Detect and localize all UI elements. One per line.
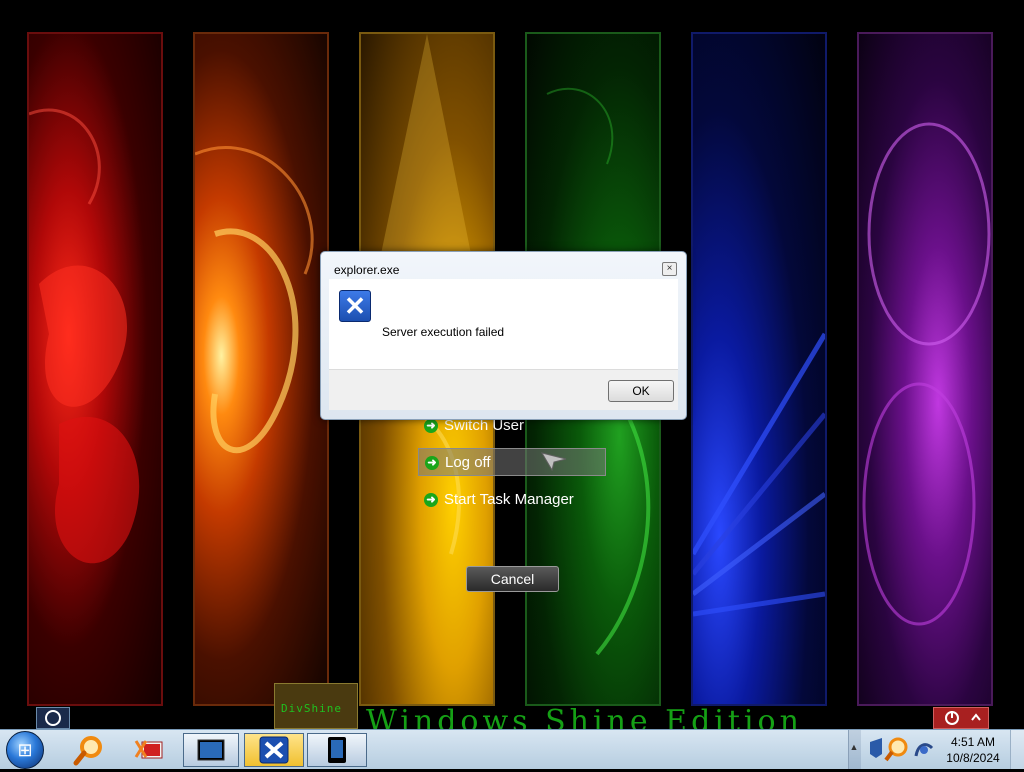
dialog-footer: OK (329, 369, 678, 410)
wallpaper-panel-purple (857, 32, 993, 706)
taskbar: ⊞ ▲ 4:51 AM 10/8/2024 (0, 729, 1024, 769)
desktop-gadget[interactable]: DivShine (274, 683, 358, 729)
media-player-icon (134, 740, 163, 759)
log-off-label: Log off (445, 454, 491, 471)
explorer-window-taskbar-button[interactable] (183, 733, 239, 767)
clock-time: 4:51 AM (950, 735, 996, 749)
windows-start-orb-icon[interactable]: ⊞ (6, 731, 44, 769)
error-dialog-taskbar-button[interactable] (244, 733, 304, 767)
power-icon (945, 711, 981, 725)
tablet-taskbar-button[interactable] (307, 733, 367, 767)
start-task-manager-option[interactable]: ➜ Start Task Manager (418, 486, 606, 514)
chevron-up-icon[interactable]: ▲ (849, 742, 859, 752)
green-arrow-icon: ➜ (424, 419, 438, 433)
wallpaper-panel-blue (691, 32, 827, 706)
explorer-window-icon (197, 739, 225, 761)
wallpaper-panel-red (27, 32, 163, 706)
tray-icons (870, 737, 934, 762)
show-desktop-button[interactable] (1010, 730, 1024, 769)
dialog-title: explorer.exe (334, 263, 400, 277)
error-icon: ✕ (339, 290, 371, 322)
wallpaper-panel-orange (193, 32, 329, 706)
media-player-taskbar-button[interactable] (130, 733, 170, 767)
shutdown-button[interactable] (933, 707, 989, 729)
log-off-option[interactable]: ➜ Log off (418, 448, 606, 476)
green-arrow-icon: ➜ (424, 493, 438, 507)
dialog-message: Server execution failed (382, 325, 505, 339)
mouse-cursor-icon (540, 452, 567, 471)
tablet-icon (328, 737, 346, 763)
search-taskbar-button[interactable] (70, 733, 110, 767)
cancel-button[interactable]: Cancel (466, 566, 559, 592)
clock-date: 10/8/2024 (946, 751, 1000, 765)
gadget-text: DivShine (281, 702, 342, 715)
dialog-content: ✕ Server execution failed (329, 279, 678, 369)
start-task-manager-label: Start Task Manager (444, 491, 574, 508)
close-icon[interactable]: × (662, 262, 677, 276)
error-dialog: explorer.exe × ✕ Server execution failed… (320, 251, 687, 420)
system-clock[interactable]: 4:51 AM 10/8/2024 (940, 734, 1006, 766)
search-icon (73, 736, 102, 766)
green-arrow-icon: ➜ (425, 456, 439, 470)
error-window-icon (259, 736, 289, 764)
ease-of-access-icon[interactable] (36, 707, 70, 729)
ok-button[interactable]: OK (608, 380, 674, 402)
